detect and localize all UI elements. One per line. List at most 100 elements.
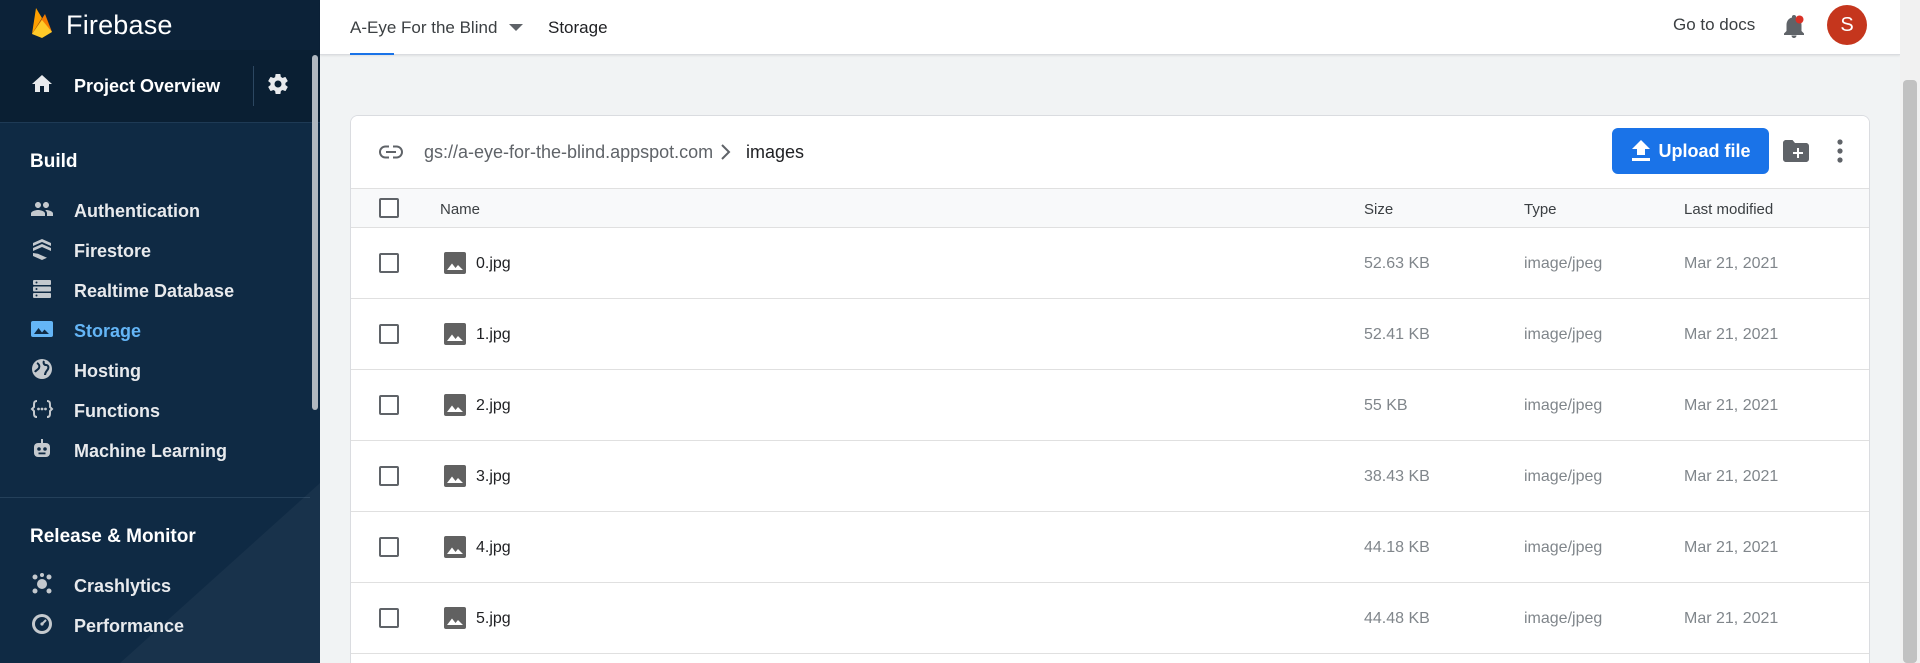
column-header-size[interactable]: Size: [1364, 189, 1393, 229]
image-file-icon: [443, 535, 467, 564]
row-checkbox[interactable]: [379, 253, 399, 273]
table-header: Name Size Type Last modified: [351, 188, 1869, 228]
select-all-checkbox[interactable]: [379, 198, 399, 218]
avatar[interactable]: S: [1827, 5, 1867, 45]
sidebar-item-crashlytics[interactable]: Crashlytics: [0, 566, 320, 606]
people-icon: [30, 197, 54, 226]
breadcrumb: Storage: [548, 17, 608, 37]
project-overview-row: Project Overview: [0, 50, 320, 123]
home-icon: [30, 72, 54, 101]
firebase-brand[interactable]: Firebase: [0, 0, 320, 50]
sidebar-item-label: Performance: [74, 615, 185, 636]
sidebar-item-label: Crashlytics: [74, 575, 172, 596]
project-overview-link[interactable]: Project Overview: [0, 50, 253, 122]
build-section-title: Build: [30, 151, 78, 172]
page-scrollbar-track: [1900, 0, 1920, 663]
file-modified: Mar 21, 2021: [1684, 538, 1779, 556]
firebase-flame-icon: [30, 6, 54, 45]
image-file-icon: [443, 464, 467, 493]
more-options-icon[interactable]: [1836, 138, 1844, 169]
sidebar-item-machine-learning[interactable]: Machine Learning: [0, 431, 320, 471]
row-checkbox[interactable]: [379, 537, 399, 557]
column-header-type[interactable]: Type: [1524, 189, 1557, 229]
row-checkbox[interactable]: [379, 395, 399, 415]
upload-file-label: Upload file: [1658, 140, 1751, 161]
file-name[interactable]: 3.jpg: [476, 441, 511, 512]
database-icon: [30, 277, 54, 306]
sidebar-item-performance[interactable]: Performance: [0, 606, 320, 646]
file-name[interactable]: 1.jpg: [476, 299, 511, 370]
file-type: image/jpeg: [1524, 538, 1603, 556]
file-modified: Mar 21, 2021: [1684, 254, 1779, 272]
sidebar-item-functions[interactable]: Functions: [0, 391, 320, 431]
file-name[interactable]: 2.jpg: [476, 370, 511, 441]
image-file-icon: [443, 606, 467, 635]
globe-icon: [30, 357, 54, 386]
file-size: 55 KB: [1364, 396, 1408, 414]
link-icon[interactable]: [377, 140, 405, 169]
bucket-path[interactable]: gs://a-eye-for-the-blind.appspot.com: [424, 116, 713, 188]
file-name[interactable]: 5.jpg: [476, 583, 511, 654]
file-type: image/jpeg: [1524, 254, 1603, 272]
sidebar: Firebase Project Overview Build Authenti…: [0, 0, 320, 663]
project-overview-label: Project Overview: [74, 75, 221, 96]
file-type: image/jpeg: [1524, 467, 1603, 485]
table-row[interactable]: 2.jpg 55 KB image/jpeg Mar 21, 2021: [351, 370, 1869, 441]
notification-bell-icon[interactable]: [1782, 13, 1806, 44]
sidebar-item-label: Realtime Database: [74, 280, 235, 301]
robot-icon: [30, 437, 54, 466]
row-checkbox[interactable]: [379, 466, 399, 486]
crashlytics-icon: [30, 572, 54, 601]
table-row[interactable]: 3.jpg 38.43 KB image/jpeg Mar 21, 2021: [351, 441, 1869, 512]
file-name[interactable]: 0.jpg: [476, 228, 511, 299]
sidebar-item-label: Authentication: [74, 200, 200, 221]
new-folder-icon[interactable]: [1782, 139, 1810, 168]
project-settings-button[interactable]: [254, 72, 302, 101]
image-file-icon: [443, 322, 467, 351]
project-name: A-Eye For the Blind: [350, 17, 498, 37]
row-checkbox[interactable]: [379, 324, 399, 344]
file-type: image/jpeg: [1524, 609, 1603, 627]
go-to-docs-link[interactable]: Go to docs: [1673, 0, 1755, 50]
sidebar-scrollbar[interactable]: [312, 55, 318, 410]
upload-file-button[interactable]: Upload file: [1612, 128, 1769, 174]
image-file-icon: [443, 393, 467, 422]
file-size: 52.63 KB: [1364, 254, 1430, 272]
row-checkbox[interactable]: [379, 608, 399, 628]
storage-browser-card: gs://a-eye-for-the-blind.appspot.com ima…: [350, 115, 1870, 663]
sidebar-item-hosting[interactable]: Hosting: [0, 351, 320, 391]
file-size: 52.41 KB: [1364, 325, 1430, 343]
path-toolbar: gs://a-eye-for-the-blind.appspot.com ima…: [351, 116, 1869, 188]
project-selector[interactable]: A-Eye For the Blind: [350, 0, 524, 55]
table-row[interactable]: 1.jpg 52.41 KB image/jpeg Mar 21, 2021: [351, 299, 1869, 370]
page-scrollbar-thumb[interactable]: [1903, 80, 1917, 663]
sidebar-item-label: Storage: [74, 320, 142, 341]
column-header-last-modified[interactable]: Last modified: [1684, 189, 1773, 229]
file-modified: Mar 21, 2021: [1684, 396, 1779, 414]
column-header-name[interactable]: Name: [440, 189, 480, 229]
file-size: 44.18 KB: [1364, 538, 1430, 556]
sidebar-item-storage[interactable]: Storage: [0, 311, 320, 351]
file-list: 0.jpg 52.63 KB image/jpeg Mar 21, 2021 1…: [351, 228, 1869, 654]
sidebar-item-realtime-database[interactable]: Realtime Database: [0, 271, 320, 311]
table-row[interactable]: 0.jpg 52.63 KB image/jpeg Mar 21, 2021: [351, 228, 1869, 299]
table-row[interactable]: 5.jpg 44.48 KB image/jpeg Mar 21, 2021: [351, 583, 1869, 654]
image-file-icon: [443, 251, 467, 280]
firestore-icon: [30, 237, 54, 266]
sidebar-item-authentication[interactable]: Authentication: [0, 191, 320, 231]
sidebar-item-firestore[interactable]: Firestore: [0, 231, 320, 271]
file-name[interactable]: 4.jpg: [476, 512, 511, 583]
chevron-right-icon: [718, 143, 732, 166]
upload-icon: [1632, 140, 1651, 161]
sidebar-item-label: Firestore: [74, 240, 152, 261]
release-section-title: Release & Monitor: [30, 526, 196, 547]
chevron-down-icon: [509, 24, 524, 31]
sidebar-item-label: Hosting: [74, 360, 141, 381]
sidebar-item-label: Functions: [74, 400, 160, 421]
table-row[interactable]: 4.jpg 44.18 KB image/jpeg Mar 21, 2021: [351, 512, 1869, 583]
file-size: 44.48 KB: [1364, 609, 1430, 627]
top-header: A-Eye For the Blind Storage Go to docs S: [320, 0, 1900, 55]
sidebar-item-label: Machine Learning: [74, 440, 228, 461]
storage-image-icon: [30, 317, 54, 346]
file-type: image/jpeg: [1524, 325, 1603, 343]
